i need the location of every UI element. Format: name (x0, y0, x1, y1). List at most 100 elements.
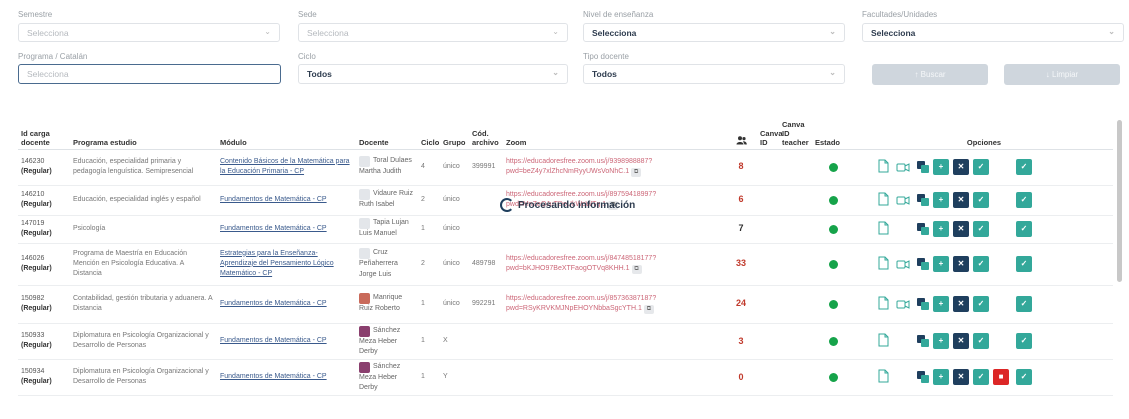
video-icon[interactable] (896, 298, 910, 314)
plus-icon: + (938, 299, 944, 308)
id-tag: (Regular) (21, 265, 52, 272)
copy-icon[interactable] (916, 193, 930, 209)
check-button[interactable]: ✓ (973, 296, 989, 312)
canvas-teacher-cell (779, 185, 812, 216)
document-icon[interactable] (878, 256, 892, 272)
header-modulo: Módulo (217, 116, 356, 150)
docente-cell: Manrique Ruiz Roberto (356, 285, 418, 324)
sede-label: Sede (298, 10, 317, 19)
programa-input[interactable]: Selecciona (18, 64, 281, 84)
programa-label: Programa / Catalán (18, 52, 88, 61)
programa-cell: Educación, especialidad inglés y español (70, 185, 217, 216)
check-button[interactable]: ✓ (973, 192, 989, 208)
search-button[interactable]: ↑ Buscar (872, 64, 988, 85)
x-icon: ✕ (957, 372, 965, 382)
semestre-select-value: Selecciona (27, 28, 69, 38)
video-icon[interactable] (896, 258, 910, 274)
document-icon[interactable] (878, 192, 892, 208)
semestre-select[interactable]: Selecciona ⌄ (18, 23, 280, 42)
vertical-scrollbar[interactable] (1117, 120, 1122, 282)
copy-link-icon[interactable]: ⧉ (631, 265, 642, 274)
students-count: 8 (725, 149, 757, 186)
check-button[interactable]: ✓ (973, 221, 989, 237)
copy-icon[interactable] (916, 222, 930, 238)
avatar (359, 325, 370, 337)
avatar (359, 189, 370, 201)
id-tag: (Regular) (21, 230, 52, 237)
close-button[interactable]: ✕ (953, 333, 969, 350)
cod-cell (469, 359, 503, 397)
ciclo-label: Ciclo (298, 52, 316, 61)
add-button[interactable]: + (933, 159, 949, 175)
document-icon[interactable] (878, 159, 892, 175)
confirm-button[interactable]: ✓ (1016, 221, 1032, 237)
modulo-link[interactable]: Fundamentos de Matemática - CP (220, 225, 327, 232)
check-icon: ✓ (1020, 259, 1028, 268)
row-actions: + ✕ ✓ ■ ✓ (858, 368, 1110, 386)
close-button[interactable]: ✕ (953, 256, 969, 272)
modulo-link[interactable]: Fundamentos de Matemática - CP (220, 196, 327, 203)
zoom-cell (503, 359, 725, 397)
id-value: 146026 (21, 254, 45, 262)
confirm-button[interactable]: ✓ (1016, 369, 1032, 386)
x-icon: ✕ (957, 259, 965, 268)
modulo-link[interactable]: Fundamentos de Matemática - CP (220, 337, 327, 344)
zoom-link[interactable]: https://educadoresfree.zoom.us/j/8573638… (506, 295, 656, 312)
delete-button[interactable]: ■ (993, 369, 1009, 386)
x-icon: ✕ (957, 195, 965, 204)
video-icon[interactable] (896, 194, 910, 210)
copy-icon[interactable] (916, 370, 930, 386)
check-button[interactable]: ✓ (973, 369, 989, 386)
add-button[interactable]: + (933, 296, 949, 312)
modulo-link[interactable]: Contenido Básicos de la Matemática para … (220, 158, 350, 175)
close-button[interactable]: ✕ (953, 159, 969, 175)
table-row: 150933 (Regular) Diplomatura en Psicología… (18, 323, 1113, 360)
add-button[interactable]: + (933, 333, 949, 350)
confirm-button[interactable]: ✓ (1016, 333, 1032, 350)
confirm-button[interactable]: ✓ (1016, 192, 1032, 208)
copy-icon[interactable] (916, 297, 930, 313)
close-button[interactable]: ✕ (953, 296, 969, 312)
header-canvas: Canva ID (757, 116, 783, 150)
modulo-link[interactable]: Fundamentos de Matemática - CP (220, 300, 327, 307)
document-icon[interactable] (878, 333, 892, 349)
confirm-button[interactable]: ✓ (1016, 159, 1032, 175)
document-icon[interactable] (878, 221, 892, 237)
modulo-link[interactable]: Estrategias para la Enseñanza-Aprendizaj… (220, 250, 334, 277)
copy-icon[interactable] (916, 257, 930, 273)
sede-select[interactable]: Selecciona ⌄ (298, 23, 568, 42)
check-button[interactable]: ✓ (973, 333, 989, 350)
nivel-select[interactable]: Selecciona ⌄ (583, 23, 845, 42)
copy-icon[interactable] (916, 160, 930, 176)
zoom-cell: https://educadoresfree.zoom.us/j/8573638… (503, 285, 725, 324)
table-row: 147019 (Regular) Psicología Fundamentos de … (18, 215, 1113, 244)
id-value: 146210 (21, 190, 45, 198)
check-icon: ✓ (1020, 372, 1028, 382)
close-button[interactable]: ✕ (953, 192, 969, 208)
ciclo-select[interactable]: Todos ⌄ (298, 64, 568, 84)
x-icon: ✕ (957, 336, 965, 346)
students-count: 7 (725, 215, 757, 244)
add-button[interactable]: + (933, 256, 949, 272)
confirm-button[interactable]: ✓ (1016, 256, 1032, 272)
estado-cell (812, 185, 855, 216)
check-button[interactable]: ✓ (973, 159, 989, 175)
tipo-select[interactable]: Todos ⌄ (583, 64, 845, 84)
add-button[interactable]: + (933, 369, 949, 386)
facultad-select[interactable]: Selecciona ⌄ (862, 23, 1124, 42)
ciclo-cell: 2 (418, 243, 440, 286)
add-button[interactable]: + (933, 192, 949, 208)
modulo-link[interactable]: Fundamentos de Matemática - CP (220, 373, 327, 380)
close-button[interactable]: ✕ (953, 369, 969, 386)
close-button[interactable]: ✕ (953, 221, 969, 237)
document-icon[interactable] (878, 296, 892, 312)
copy-link-icon[interactable]: ⧉ (631, 168, 642, 177)
add-button[interactable]: + (933, 221, 949, 237)
check-button[interactable]: ✓ (973, 256, 989, 272)
copy-icon[interactable] (916, 334, 930, 350)
copy-link-icon[interactable]: ⧉ (643, 305, 654, 314)
clear-button[interactable]: ↓ Limpiar (1004, 64, 1120, 85)
video-icon[interactable] (896, 161, 910, 177)
document-icon[interactable] (878, 369, 892, 385)
confirm-button[interactable]: ✓ (1016, 296, 1032, 312)
